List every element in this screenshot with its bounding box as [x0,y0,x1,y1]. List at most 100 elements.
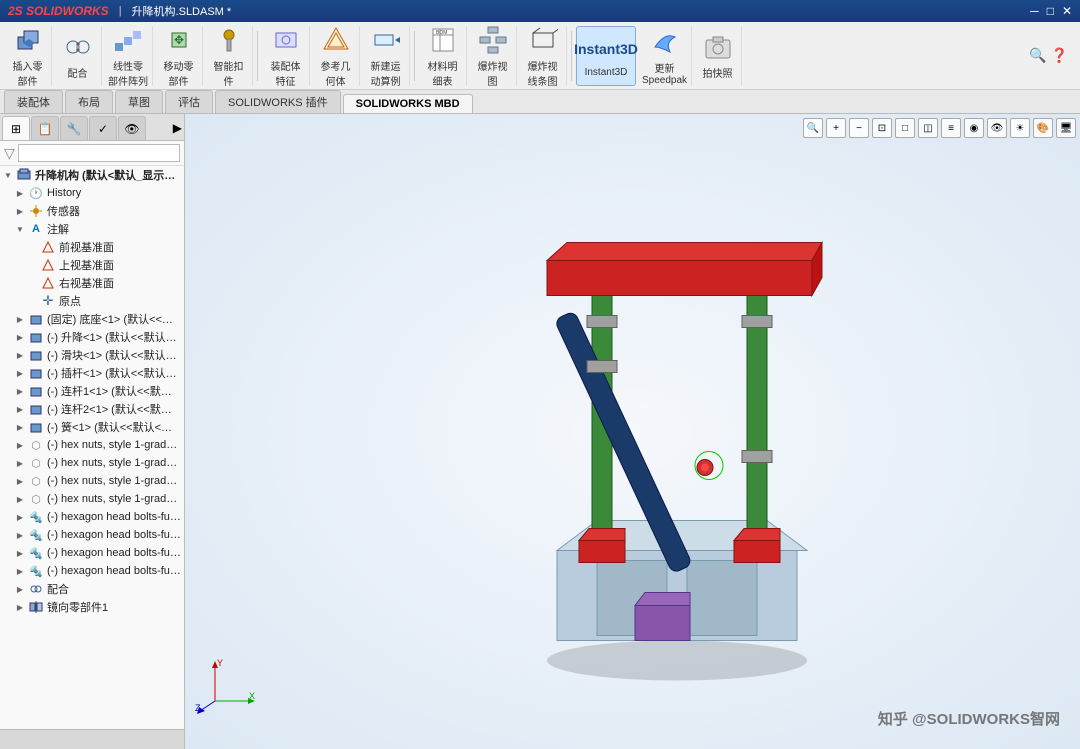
panel-tab-dimxpert[interactable]: ✓ [89,116,117,140]
close-btn[interactable]: ✕ [1062,4,1072,18]
panel-tab-feature-manager[interactable]: ⊞ [2,116,30,140]
insert-parts-btn[interactable]: 插入零部件 [4,26,52,86]
line-view-btn[interactable]: 爆炸视线条图 [519,26,567,86]
reference-geometry-btn[interactable]: 参考几何体 [312,26,360,86]
window-controls[interactable]: ─ □ ✕ [1030,4,1072,18]
filter-input[interactable] [18,144,180,162]
link1-expand[interactable]: ▶ [14,385,26,397]
content-area: ⊞ 📋 🔧 ✓ 👁 ▶ ▽ ▼ 升降机构 (默认<默 [0,114,1080,749]
tree-item-hexbolt2[interactable]: ▶ 🔩 (-) hexagon head bolts-full thread q… [0,526,184,544]
tree-item-history[interactable]: ▶ 🕐 History [0,184,184,202]
rod-icon [28,365,44,381]
hexnut3-expand[interactable]: ▶ [14,475,26,487]
snapshot-btn[interactable]: 拍快照 [694,26,742,86]
vp-options-btn[interactable]: ≡ [941,118,961,138]
assembly-features-btn[interactable]: 装配体特征 [262,26,310,86]
instant3d-btn[interactable]: Instant3D Instant3D [576,26,636,86]
annotations-expand[interactable]: ▼ [14,223,26,235]
tree-item-hexnut1[interactable]: ▶ ⬡ (-) hex nuts, style 1-grades ab gb<.… [0,436,184,454]
vp-monitor-btn[interactable]: 🖥 [1056,118,1076,138]
link2-expand[interactable]: ▶ [14,403,26,415]
panel-tab-property-manager[interactable]: 📋 [31,116,59,140]
new-motion-btn[interactable]: 新建运动算例 [362,26,410,86]
vp-hide-btn[interactable]: 👁 [987,118,1007,138]
hexnut4-expand[interactable]: ▶ [14,493,26,505]
mirror-expand[interactable]: ▶ [14,601,26,613]
tree-root[interactable]: ▼ 升降机构 (默认<默认_显示状态-1>) [0,166,184,184]
speedpak-btn[interactable]: 更新Speedpak [638,26,692,86]
tab-solidworks-mbd[interactable]: SOLIDWORKS MBD [343,94,473,113]
panel-expand-btn[interactable]: ▶ [173,116,182,140]
move-part-btn[interactable]: ✥ 移动零部件 [155,26,203,86]
lift-expand[interactable]: ▶ [14,331,26,343]
vp-section-btn[interactable]: ◫ [918,118,938,138]
minimize-btn[interactable]: ─ [1030,4,1039,18]
tree-item-sensors[interactable]: ▶ 传感器 [0,202,184,220]
exploded-view-btn[interactable]: 爆炸视图 [469,26,517,86]
left-panel: ⊞ 📋 🔧 ✓ 👁 ▶ ▽ ▼ 升降机构 (默认<默 [0,114,185,749]
tree-item-lift[interactable]: ▶ (-) 升降<1> (默认<<默认>_显示状... [0,328,184,346]
tree-item-hexnut3[interactable]: ▶ ⬡ (-) hex nuts, style 1-grades ab gb<.… [0,472,184,490]
vp-display-btn[interactable]: ◉ [964,118,984,138]
tree-item-hexbolt3[interactable]: ▶ 🔩 (-) hexagon head bolts-full thread d… [0,544,184,562]
vp-zoom-out-btn[interactable]: − [849,118,869,138]
help-icon[interactable]: ❓ [1051,47,1068,64]
tree-item-link1[interactable]: ▶ (-) 连杆1<1> (默认<<默认>)_显示状... [0,382,184,400]
assembly-btn[interactable]: 配合 [54,26,102,86]
mates-expand[interactable]: ▶ [14,583,26,595]
vp-fit-btn[interactable]: ⊡ [872,118,892,138]
viewport[interactable]: 🔍 + − ⊡ □ ◫ ≡ ◉ 👁 ☀ 🎨 🖥 [185,114,1080,749]
vp-zoom-in-btn[interactable]: + [826,118,846,138]
front-plane-icon [40,239,56,255]
history-expand[interactable]: ▶ [14,187,26,199]
panel-tab-display[interactable]: 👁 [118,116,146,140]
tree-item-mates[interactable]: ▶ 配合 [0,580,184,598]
hexbolt3-expand[interactable]: ▶ [14,547,26,559]
vp-search-btn[interactable]: 🔍 [803,118,823,138]
hexbolt4-expand[interactable]: ▶ [14,565,26,577]
tree-item-right-plane[interactable]: 右视基准面 [0,274,184,292]
vp-appearance-btn[interactable]: 🎨 [1033,118,1053,138]
hexnut2-expand[interactable]: ▶ [14,457,26,469]
tab-evaluate[interactable]: 评估 [165,90,213,113]
tree-item-origin[interactable]: ✛ 原点 [0,292,184,310]
tab-sketch[interactable]: 草图 [115,90,163,113]
tab-assembly[interactable]: 装配体 [4,90,63,113]
mates-icon [28,581,44,597]
tree-item-link2[interactable]: ▶ (-) 连杆2<1> (默认<<默认>)_显示状态... [0,400,184,418]
tree-item-hexbolt1[interactable]: ▶ 🔩 (-) hexagon head bolts-full thread d… [0,508,184,526]
linear-pattern-icon [112,24,144,56]
linear-pattern-label: 线性零部件阵列 [108,58,148,88]
tree-hexnut4-label: (-) hex nuts, style 1-grades ab gb<... [47,493,182,505]
smart-fasteners-btn[interactable]: 智能扣件 [205,26,253,86]
hexnut1-expand[interactable]: ▶ [14,439,26,451]
search-icon[interactable]: 🔍 [1029,47,1046,64]
tree-item-hexbolt4[interactable]: ▶ 🔩 (-) hexagon head bolts-full thread q… [0,562,184,580]
tree-item-slider[interactable]: ▶ (-) 滑块<1> (默认<<默认>)_显示状... [0,346,184,364]
tree-item-seat[interactable]: ▶ (固定) 底座<1> (默认<<默认>_显示状... [0,310,184,328]
spring-expand[interactable]: ▶ [14,421,26,433]
rod-expand[interactable]: ▶ [14,367,26,379]
root-expand-icon[interactable]: ▼ [2,169,14,181]
vp-scene-btn[interactable]: ☀ [1010,118,1030,138]
tree-item-rod[interactable]: ▶ (-) 插杆<1> (默认<<默认>_显示状... [0,364,184,382]
hexbolt2-expand[interactable]: ▶ [14,529,26,541]
tree-item-annotations[interactable]: ▼ A 注解 [0,220,184,238]
bom-btn[interactable]: BOM 材料明细表 [419,26,467,86]
maximize-btn[interactable]: □ [1047,4,1054,18]
tab-solidworks-addins[interactable]: SOLIDWORKS 插件 [215,90,341,113]
tree-item-mirror[interactable]: ▶ 镜向零部件1 [0,598,184,616]
tree-item-hexnut2[interactable]: ▶ ⬡ (-) hex nuts, style 1-grades ab gb<.… [0,454,184,472]
slider-expand[interactable]: ▶ [14,349,26,361]
tree-item-front-plane[interactable]: 前视基准面 [0,238,184,256]
tree-item-top-plane[interactable]: 上视基准面 [0,256,184,274]
tree-item-spring[interactable]: ▶ (-) 簧<1> (默认<<默认<默认>_显示状态 1... [0,418,184,436]
vp-view-btn[interactable]: □ [895,118,915,138]
seat-expand[interactable]: ▶ [14,313,26,325]
hexbolt1-expand[interactable]: ▶ [14,511,26,523]
tab-layout[interactable]: 布局 [65,90,113,113]
sensors-expand[interactable]: ▶ [14,205,26,217]
linear-pattern-btn[interactable]: 线性零部件阵列 [104,26,153,86]
panel-tab-config-manager[interactable]: 🔧 [60,116,88,140]
tree-item-hexnut4[interactable]: ▶ ⬡ (-) hex nuts, style 1-grades ab gb<.… [0,490,184,508]
